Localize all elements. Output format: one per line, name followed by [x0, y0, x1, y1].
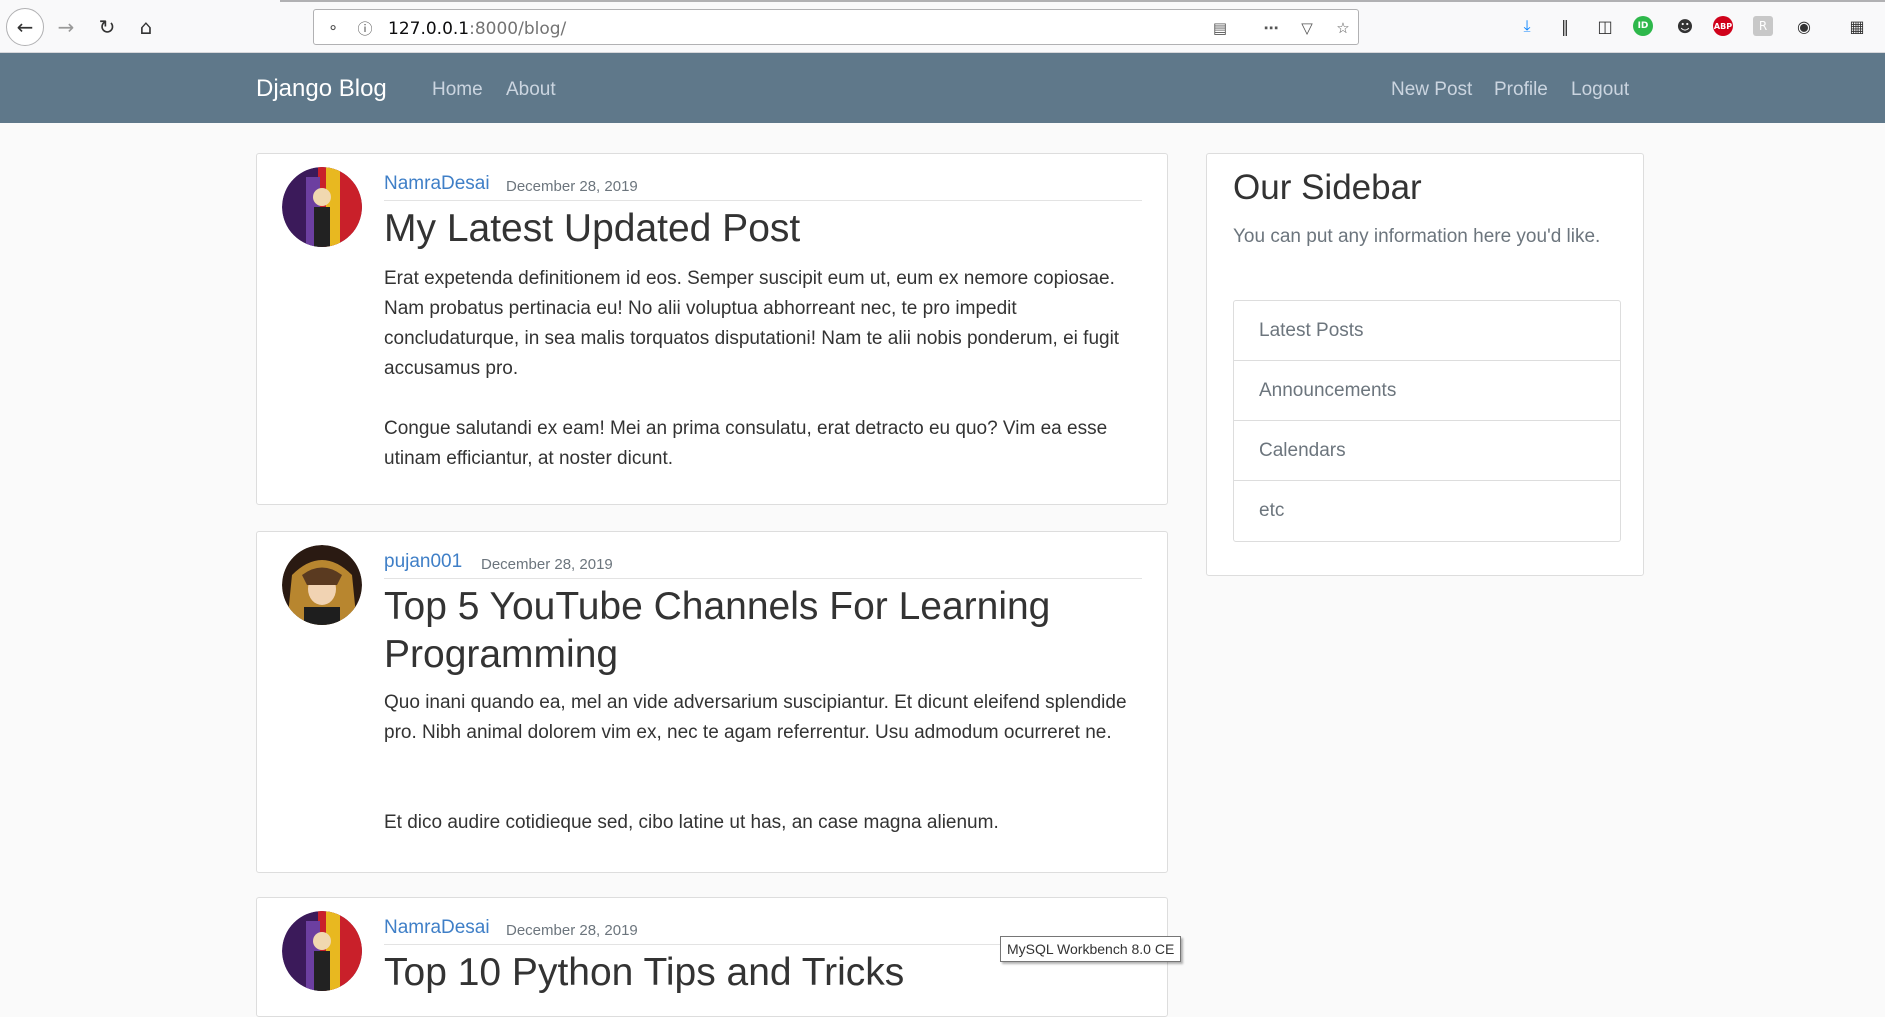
account-icon[interactable]: ☻ — [1673, 14, 1697, 38]
post-paragraph: Congue salutandi ex eam! Mei an prima co… — [384, 418, 1108, 469]
pocket-icon[interactable]: ▽ — [1296, 17, 1318, 39]
sidebar-item-calendars[interactable]: Calendars — [1234, 421, 1620, 481]
url-bar[interactable]: ⚬ ⓘ 127.0.0.1:8000/blog/ ▤ ⋯ ▽ ☆ — [313, 9, 1359, 45]
post-card: NamraDesai December 28, 2019 My Latest U… — [256, 153, 1168, 505]
brand-link[interactable]: Django Blog — [256, 75, 387, 103]
adblock-icon[interactable]: ABP — [1713, 16, 1733, 36]
author-avatar[interactable] — [282, 167, 362, 247]
post-paragraph: Erat expetenda definitionem id eos. Semp… — [384, 268, 1120, 379]
sidebar-item-etc[interactable]: etc — [1234, 481, 1620, 541]
grid-icon[interactable]: ▦ — [1845, 14, 1869, 38]
post-title-link[interactable]: My Latest Updated Post — [384, 205, 800, 253]
forward-icon[interactable]: → — [51, 12, 81, 42]
site-navbar: Django Blog Home About New Post Profile … — [0, 53, 1885, 123]
reload-icon[interactable]: ↻ — [92, 12, 122, 42]
sidebar-item-announcements[interactable]: Announcements — [1234, 361, 1620, 421]
post-card: pujan001 December 28, 2019 Top 5 YouTube… — [256, 531, 1168, 873]
extension-icon[interactable]: ID — [1633, 16, 1653, 36]
sync-icon[interactable]: ◉ — [1792, 14, 1816, 38]
post-date: December 28, 2019 — [481, 556, 613, 573]
library-icon[interactable]: ‖ — [1553, 14, 1577, 38]
browser-toolbar: ← → ↻ ⌂ ⚬ ⓘ 127.0.0.1:8000/blog/ ▤ ⋯ ▽ ☆… — [0, 0, 1885, 53]
post-title-line: Top 5 YouTube Channels For Learning — [384, 585, 1051, 628]
url-host: 127.0.0.1 — [388, 19, 470, 39]
nav-logout-link[interactable]: Logout — [1571, 79, 1629, 101]
author-avatar[interactable] — [282, 911, 362, 991]
shield-icon[interactable]: ⚬ — [322, 17, 344, 39]
download-icon[interactable]: ⤓ — [1515, 14, 1539, 38]
post-author-link[interactable]: NamraDesai — [384, 173, 490, 195]
post-meta: pujan001 December 28, 2019 — [384, 550, 1142, 579]
nav-home-link[interactable]: Home — [432, 79, 483, 101]
post-author-link[interactable]: pujan001 — [384, 551, 462, 573]
taskbar-tooltip: MySQL Workbench 8.0 CE — [1000, 936, 1182, 962]
home-icon[interactable]: ⌂ — [131, 12, 161, 42]
nav-new-post-link[interactable]: New Post — [1391, 79, 1472, 101]
url-path: :8000/blog/ — [469, 19, 567, 39]
post-paragraph: Et dico audire cotidieque sed, cibo lati… — [384, 812, 999, 833]
post-paragraph: Quo inani quando ea, mel an vide adversa… — [384, 692, 1127, 743]
sidebar-list: Latest Posts Announcements Calendars etc — [1233, 300, 1621, 542]
more-icon[interactable]: ⋯ — [1260, 17, 1282, 39]
post-title-link[interactable]: Top 5 YouTube Channels For Learning Progr… — [384, 583, 1050, 679]
nav-about-link[interactable]: About — [506, 79, 556, 101]
post-meta: NamraDesai December 28, 2019 — [384, 172, 1142, 201]
sidebar-item-latest-posts[interactable]: Latest Posts — [1234, 301, 1620, 361]
post-title-line: Programming — [384, 633, 619, 676]
extension-icon[interactable]: R — [1753, 16, 1773, 36]
post-date: December 28, 2019 — [506, 922, 638, 939]
post-author-link[interactable]: NamraDesai — [384, 917, 490, 939]
back-icon[interactable]: ← — [6, 8, 44, 46]
sidebar-title: Our Sidebar — [1233, 168, 1422, 207]
info-icon[interactable]: ⓘ — [354, 17, 376, 39]
nav-profile-link[interactable]: Profile — [1494, 79, 1548, 101]
url-text[interactable]: 127.0.0.1:8000/blog/ — [388, 19, 566, 39]
sidebar-icon[interactable]: ◫ — [1593, 14, 1617, 38]
post-title-link[interactable]: Top 10 Python Tips and Tricks — [384, 949, 904, 997]
author-avatar[interactable] — [282, 545, 362, 625]
reader-icon[interactable]: ▤ — [1209, 17, 1231, 39]
post-date: December 28, 2019 — [506, 178, 638, 195]
star-icon[interactable]: ☆ — [1332, 17, 1354, 39]
sidebar: Our Sidebar You can put any information … — [1206, 153, 1644, 576]
tab-strip-line — [280, 0, 1885, 2]
sidebar-description: You can put any information here you'd l… — [1233, 226, 1601, 247]
